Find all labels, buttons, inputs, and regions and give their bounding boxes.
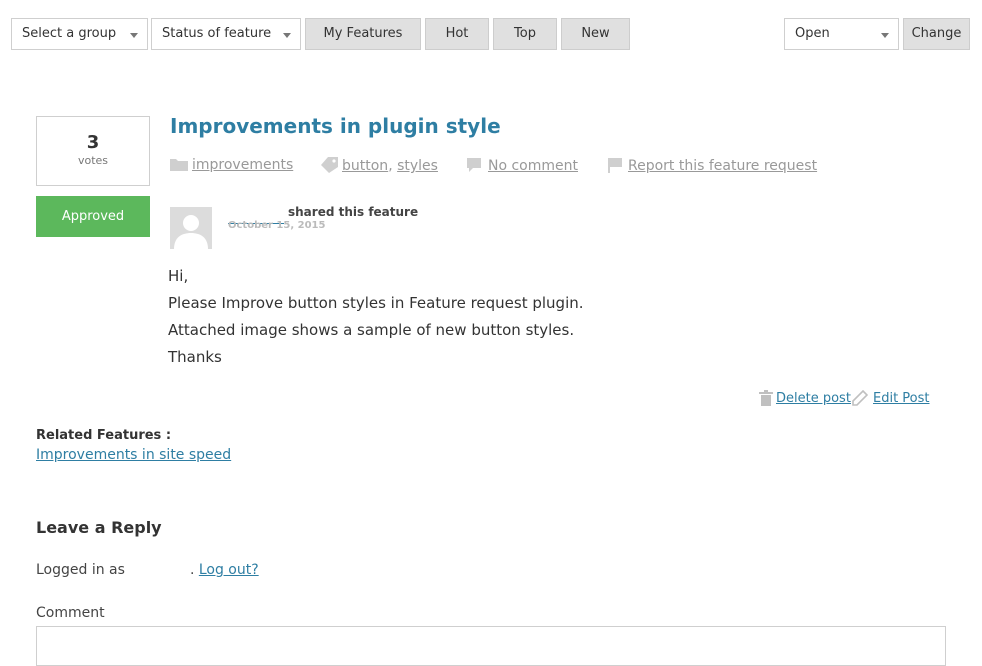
avatar [170, 207, 212, 249]
hot-button[interactable]: Hot [425, 18, 489, 50]
comment-icon [467, 158, 481, 172]
delete-post-label: Delete post [776, 391, 851, 406]
edit-post-label: Edit Post [873, 391, 930, 406]
body-line: Attached image shows a sample of new but… [168, 321, 575, 339]
body-line: Please Improve button styles in Feature … [168, 294, 584, 312]
top-button[interactable]: Top [493, 18, 557, 50]
feature-title[interactable]: Improvements in plugin style [170, 114, 501, 138]
leave-reply-title: Leave a Reply [36, 518, 162, 537]
tag-link-styles[interactable]: styles [397, 158, 438, 174]
tag-link-button[interactable]: button [342, 158, 388, 174]
flag-icon [608, 158, 622, 173]
related-features-title: Related Features : [36, 428, 172, 443]
feature-tags: button, styles [320, 157, 438, 174]
change-button[interactable]: Change [903, 18, 970, 50]
group-select-value: Select a group [22, 26, 117, 41]
post-date: October 15, 2015 [228, 220, 326, 231]
status-select[interactable]: Status of feature [151, 18, 301, 50]
vote-box[interactable]: 3 votes [36, 116, 150, 186]
vote-label: votes [77, 154, 109, 167]
logged-in-label: Logged in as [36, 562, 125, 578]
logged-in-line: Logged in as. Log out? [36, 562, 259, 578]
report-link[interactable]: Report this feature request [628, 158, 817, 174]
comment-field[interactable] [36, 626, 946, 666]
category-link[interactable]: improvements [192, 157, 293, 173]
feature-report: Report this feature request [607, 157, 817, 174]
edit-post-button[interactable]: Edit Post [852, 389, 930, 406]
new-button[interactable]: New [561, 18, 630, 50]
feature-comments: No comment [466, 157, 578, 174]
shared-text: shared this feature [288, 205, 419, 219]
feature-body: Hi, Please Improve button styles in Feat… [168, 263, 584, 371]
my-features-button[interactable]: My Features [305, 18, 421, 50]
chevron-down-icon [881, 33, 889, 38]
open-select[interactable]: Open [784, 18, 899, 50]
pencil-icon [852, 389, 869, 406]
status-badge: Approved [36, 196, 150, 237]
logout-link[interactable]: Log out? [199, 562, 259, 578]
tag-icon [321, 157, 338, 173]
body-line: Hi, [168, 267, 189, 285]
comments-link[interactable]: No comment [488, 158, 578, 174]
related-feature-link[interactable]: Improvements in site speed [36, 447, 231, 463]
open-select-value: Open [795, 26, 830, 41]
chevron-down-icon [283, 33, 291, 38]
folder-icon [170, 159, 188, 171]
status-select-value: Status of feature [162, 26, 272, 41]
comment-label: Comment [36, 605, 105, 621]
delete-post-button[interactable]: Delete post [759, 390, 851, 406]
feature-category: improvements [170, 157, 293, 173]
body-line: Thanks [168, 348, 222, 366]
group-select[interactable]: Select a group [11, 18, 148, 50]
trash-icon [759, 390, 773, 406]
avatar-icon [174, 215, 208, 249]
vote-count: 3 [86, 132, 100, 153]
chevron-down-icon [130, 33, 138, 38]
